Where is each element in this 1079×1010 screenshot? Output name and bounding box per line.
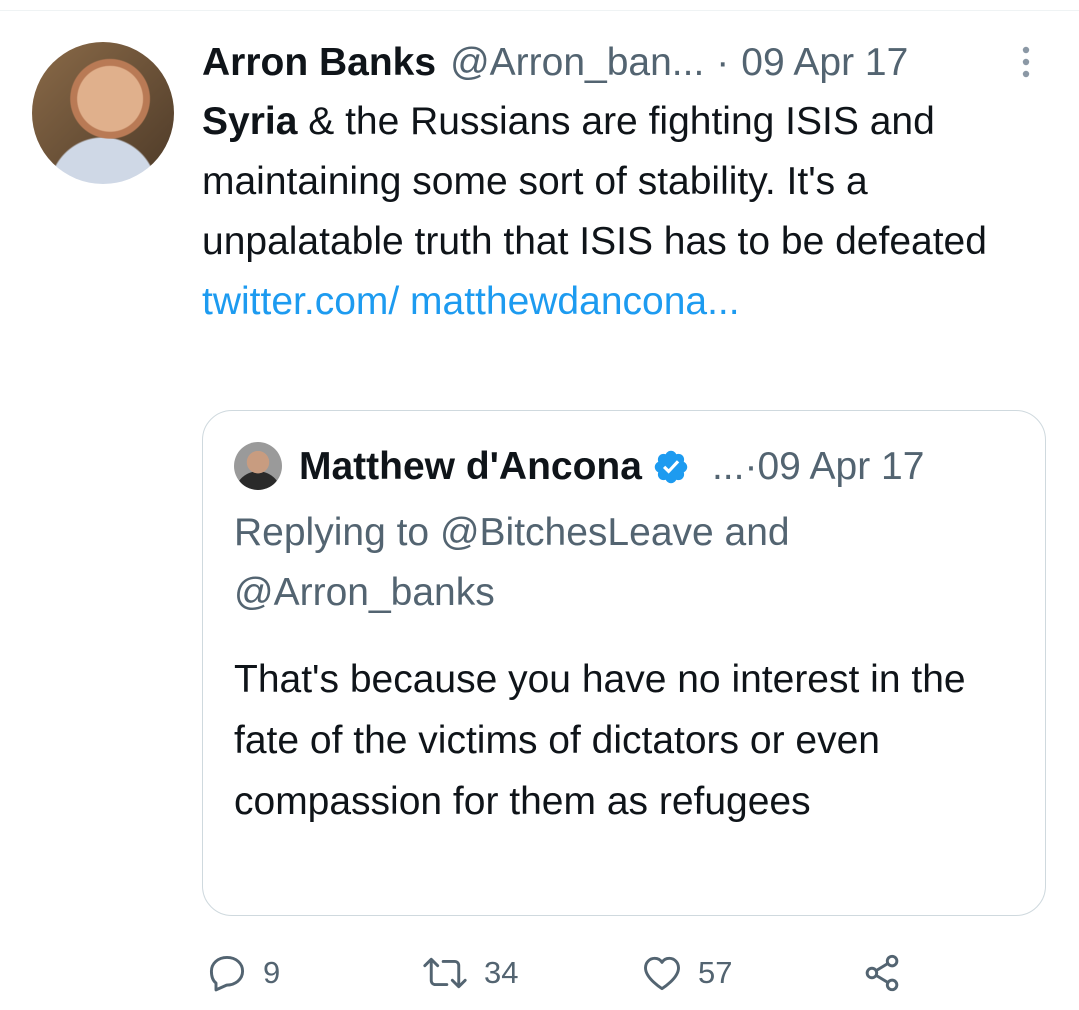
quoted-tweet-card[interactable]: Matthew d'Ancona ...· 09 Apr 17 Replying… — [202, 410, 1046, 916]
quoted-author-name: Matthew d'Ancona — [299, 445, 642, 488]
tweet-link[interactable]: twitter.com/ matthewdancona... — [202, 280, 740, 323]
like-button[interactable]: 57 — [640, 945, 732, 1001]
verified-badge-icon — [652, 448, 690, 486]
quoted-tweet-date: 09 Apr 17 — [757, 445, 925, 488]
reply-icon — [205, 951, 249, 995]
quoted-tweet-text: That's because you have no interest in t… — [234, 658, 966, 823]
author-handle[interactable]: @Arron_ban... — [450, 41, 704, 85]
quoted-author-avatar — [234, 442, 282, 490]
quoted-header-ellipsis: ...· — [711, 445, 758, 488]
author-avatar[interactable] — [32, 42, 174, 184]
quoted-tweet-header: Matthew d'Ancona ...· 09 Apr 17 — [299, 441, 924, 493]
tweet-text: Syria & the Russians are fighting ISIS a… — [202, 92, 1042, 332]
retweet-count: 34 — [484, 955, 519, 990]
retweet-icon — [420, 951, 470, 995]
tweet-actions: 9 34 57 — [0, 945, 1079, 1001]
replying-to: Replying to @BitchesLeave and @Arron_ban… — [234, 511, 790, 614]
like-icon — [640, 951, 684, 995]
like-count: 57 — [698, 955, 733, 990]
share-icon — [860, 951, 904, 995]
retweet-button[interactable]: 34 — [420, 945, 518, 1001]
tweet-header: Arron Banks @Arron_ban... · 09 Apr 17 — [202, 38, 908, 88]
reply-count: 9 — [263, 955, 281, 990]
author-name[interactable]: Arron Banks — [202, 41, 436, 85]
tweet-text-body: & the Russians are fighting ISIS and mai… — [202, 100, 987, 263]
reply-button[interactable]: 9 — [205, 945, 280, 1001]
more-vertical-icon[interactable] — [1014, 44, 1038, 80]
top-divider — [0, 0, 1079, 11]
tweet-date[interactable]: 09 Apr 17 — [741, 41, 908, 85]
header-separator: · — [716, 41, 730, 84]
tweet-text-bold: Syria — [202, 100, 298, 143]
share-button[interactable] — [860, 945, 904, 1001]
